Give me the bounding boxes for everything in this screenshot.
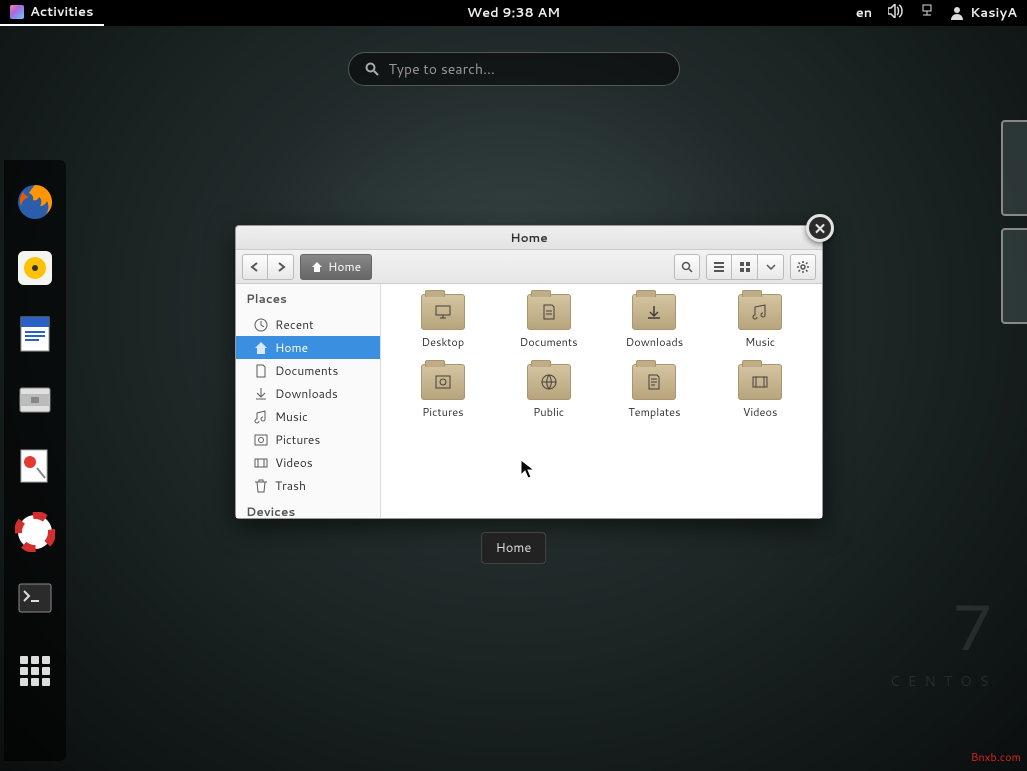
sidebar-documents[interactable]: Documents <box>236 359 380 382</box>
folder-videos[interactable]: Videos <box>712 364 808 420</box>
sidebar: Places Recent Home Documents Downloads M… <box>236 284 381 518</box>
mouse-cursor <box>521 460 537 480</box>
sidebar-videos[interactable]: Videos <box>236 451 380 474</box>
folder-view[interactable]: Desktop Documents Downloads Music Pictur… <box>381 284 822 518</box>
volume-icon[interactable] <box>888 4 904 23</box>
sidebar-recent[interactable]: Recent <box>236 313 380 336</box>
language-indicator[interactable]: en <box>856 4 872 22</box>
folder-desktop[interactable]: Desktop <box>395 294 491 350</box>
search-button[interactable] <box>674 254 700 280</box>
username-label: KasiyA <box>970 4 1017 22</box>
folder-music[interactable]: Music <box>712 294 808 350</box>
folder-templates[interactable]: Templates <box>607 364 703 420</box>
sidebar-pictures[interactable]: Pictures <box>236 428 380 451</box>
top-bar: Activities Wed 9:38 AM en KasiyA <box>0 0 1027 26</box>
folder-documents[interactable]: Documents <box>501 294 597 350</box>
activities-icon <box>10 5 24 19</box>
view-grid-button[interactable] <box>732 254 758 280</box>
clock[interactable]: Wed 9:38 AM <box>467 4 560 22</box>
search-input[interactable]: Type to search... <box>348 52 680 86</box>
window-title: Home <box>236 226 822 250</box>
back-button[interactable] <box>242 254 268 280</box>
dock-writer[interactable] <box>13 312 57 356</box>
workspace-1[interactable] <box>1001 120 1027 216</box>
dock-help[interactable] <box>13 510 57 554</box>
search-icon <box>365 62 379 76</box>
sidebar-trash[interactable]: Trash <box>236 474 380 497</box>
sidebar-music[interactable]: Music <box>236 405 380 428</box>
dock-rhythmbox[interactable] <box>13 246 57 290</box>
path-home-button[interactable]: Home <box>300 254 372 280</box>
watermark: Bnxb.com <box>971 749 1021 765</box>
path-label: Home <box>328 258 361 275</box>
os-version: 7 <box>952 580 997 671</box>
dock <box>4 160 66 761</box>
os-name: CENTOS <box>890 671 997 691</box>
workspace-switcher <box>1001 120 1027 324</box>
network-icon[interactable] <box>920 4 934 23</box>
forward-button[interactable] <box>268 254 294 280</box>
home-icon <box>311 261 323 273</box>
sidebar-downloads[interactable]: Downloads <box>236 382 380 405</box>
workspace-2[interactable] <box>1001 228 1027 324</box>
toolbar: Home <box>236 250 822 284</box>
window-tooltip: Home <box>481 532 547 564</box>
gear-icon <box>796 260 810 274</box>
dock-terminal[interactable] <box>13 576 57 620</box>
settings-button[interactable] <box>790 254 816 280</box>
activities-button[interactable]: Activities <box>0 0 104 26</box>
dock-software[interactable] <box>13 444 57 488</box>
places-header: Places <box>236 284 380 313</box>
search-placeholder: Type to search... <box>389 59 495 79</box>
view-options-button[interactable] <box>758 254 784 280</box>
dock-firefox[interactable] <box>13 180 57 224</box>
user-menu[interactable]: KasiyA <box>950 4 1017 22</box>
folder-pictures[interactable]: Pictures <box>395 364 491 420</box>
app-grid-button[interactable] <box>13 642 57 686</box>
os-branding: 7 CENTOS <box>890 580 997 691</box>
activities-label: Activities <box>30 3 94 21</box>
folder-public[interactable]: Public <box>501 364 597 420</box>
close-button[interactable]: ✕ <box>806 214 834 242</box>
view-list-button[interactable] <box>706 254 732 280</box>
folder-downloads[interactable]: Downloads <box>607 294 703 350</box>
dock-archive[interactable] <box>13 378 57 422</box>
user-icon <box>950 6 964 20</box>
sidebar-home[interactable]: Home <box>236 336 380 359</box>
devices-header: Devices <box>236 497 380 518</box>
